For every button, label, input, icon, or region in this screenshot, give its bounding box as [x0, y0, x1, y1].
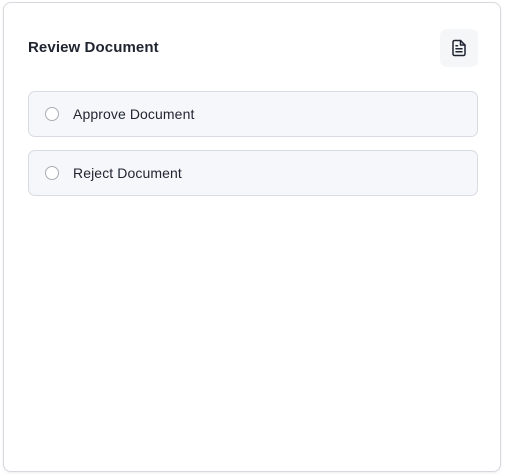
reject-document-label: Reject Document — [73, 165, 182, 181]
approve-radio[interactable] — [45, 107, 59, 121]
card-header: Review Document — [28, 29, 478, 69]
approve-document-option[interactable]: Approve Document — [28, 91, 478, 137]
reject-document-option[interactable]: Reject Document — [28, 150, 478, 196]
card-title: Review Document — [28, 39, 159, 56]
review-options: Approve Document Reject Document — [28, 91, 478, 209]
document-icon — [452, 39, 466, 57]
document-button[interactable] — [440, 29, 478, 67]
approve-document-label: Approve Document — [73, 106, 195, 122]
reject-radio[interactable] — [45, 166, 59, 180]
review-document-card: Review Document Approve Document Reject … — [3, 2, 501, 472]
